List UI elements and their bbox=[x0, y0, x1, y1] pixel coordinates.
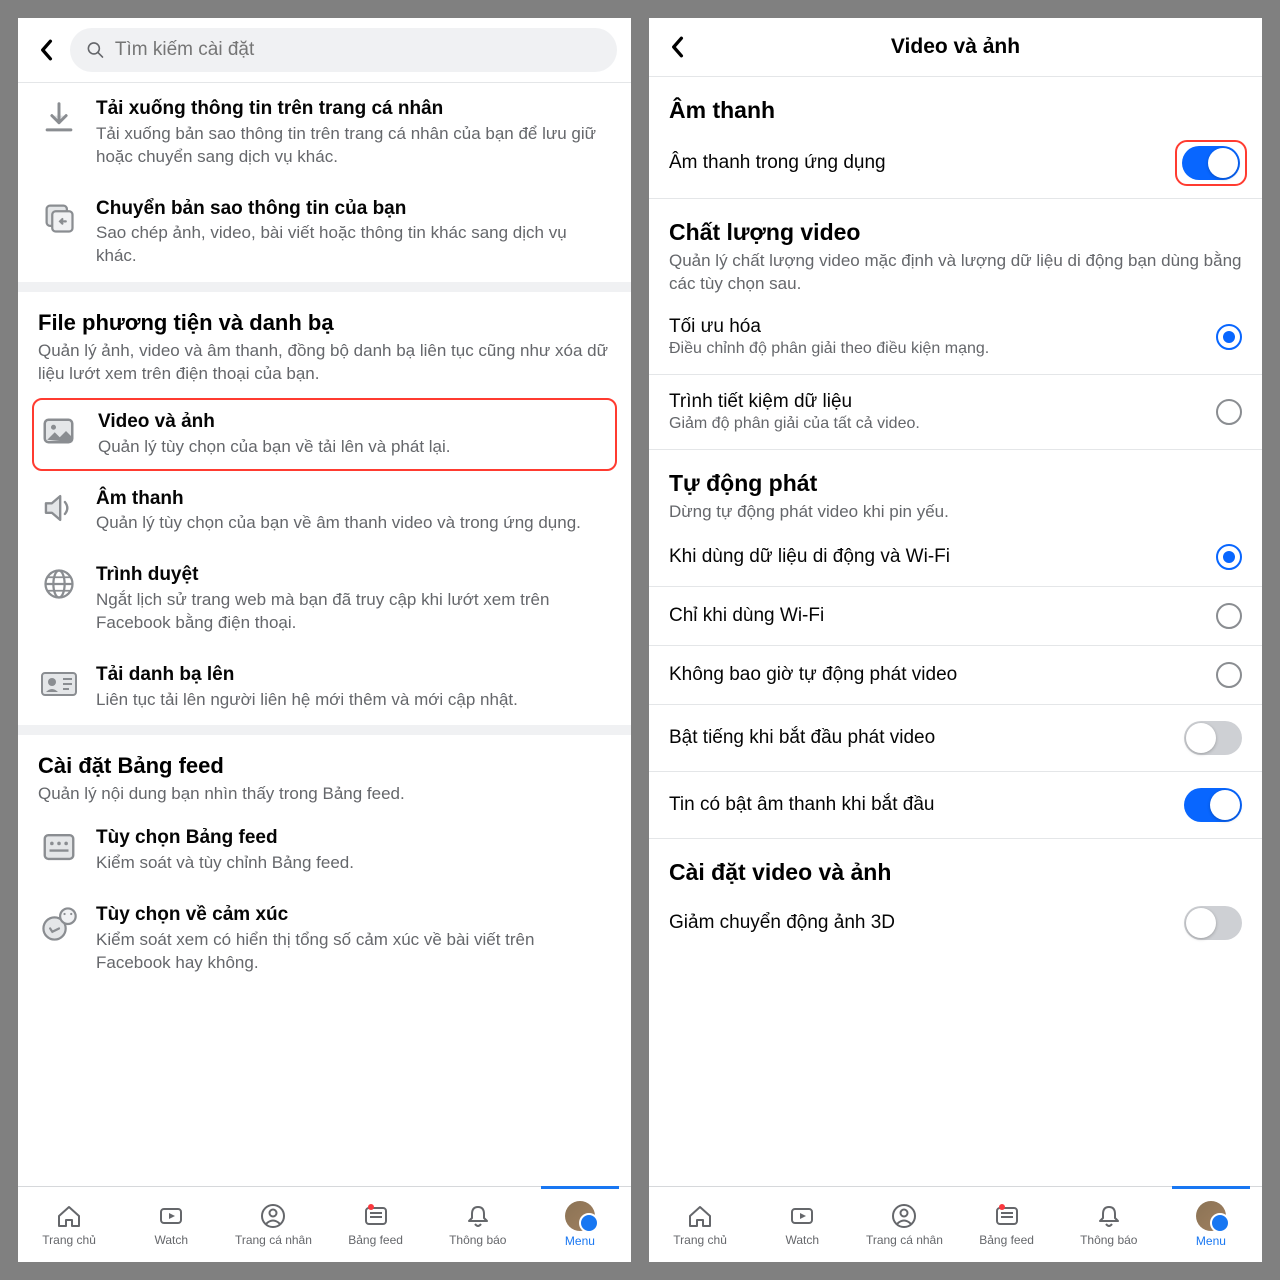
item-sub: Liên tục tải lên người liên hệ mới thêm … bbox=[96, 689, 611, 712]
item-title: Tùy chọn Bảng feed bbox=[96, 826, 611, 851]
row-stories-sound[interactable]: Tin có bật âm thanh khi bắt đầu bbox=[649, 772, 1262, 839]
item-download-info[interactable]: Tải xuống thông tin trên trang cá nhân T… bbox=[18, 83, 631, 183]
avatar-icon bbox=[1196, 1201, 1226, 1231]
item-browser[interactable]: Trình duyệt Ngắt lịch sử trang web mà bạ… bbox=[18, 549, 631, 649]
tab-menu[interactable]: Menu bbox=[529, 1187, 631, 1262]
settings-body: Âm thanh Âm thanh trong ứng dụng Chất lư… bbox=[649, 77, 1262, 1186]
tab-watch[interactable]: Watch bbox=[751, 1187, 853, 1262]
item-sub: Quản lý tùy chọn của bạn về âm thanh vid… bbox=[96, 512, 611, 535]
row-optimize[interactable]: Tối ưu hóa Điều chỉnh độ phân giải theo … bbox=[649, 300, 1262, 375]
tab-bar: Trang chủ Watch Trang cá nhân Bảng feed … bbox=[649, 1186, 1262, 1262]
header: Video và ảnh bbox=[649, 18, 1262, 76]
item-transfer[interactable]: Chuyển bản sao thông tin của bạn Sao ché… bbox=[18, 183, 631, 283]
item-video-photo[interactable]: Video và ảnh Quản lý tùy chọn của bạn về… bbox=[32, 398, 617, 471]
item-title: Âm thanh bbox=[96, 487, 611, 512]
item-sub: Sao chép ảnh, video, bài viết hoặc thông… bbox=[96, 222, 611, 268]
item-title: Trình duyệt bbox=[96, 563, 611, 588]
toggle-sound-on-start[interactable] bbox=[1184, 721, 1242, 755]
radio-ap-mobile-wifi[interactable] bbox=[1216, 544, 1242, 570]
vp-settings-title: Cài đặt video và ảnh bbox=[669, 859, 1242, 886]
tab-feed[interactable]: Bảng feed bbox=[956, 1187, 1058, 1262]
row-ap-never[interactable]: Không bao giờ tự động phát video bbox=[649, 646, 1262, 705]
item-contacts[interactable]: Tải danh bạ lên Liên tục tải lên người l… bbox=[18, 649, 631, 726]
row-ap-wifi[interactable]: Chỉ khi dùng Wi-Fi bbox=[649, 587, 1262, 646]
radio-optimize[interactable] bbox=[1216, 324, 1242, 350]
speaker-icon bbox=[38, 487, 80, 529]
item-sub: Ngắt lịch sử trang web mà bạn đã truy cậ… bbox=[96, 589, 611, 635]
tab-notif[interactable]: Thông báo bbox=[1058, 1187, 1160, 1262]
radio-data-saver[interactable] bbox=[1216, 399, 1242, 425]
search-box[interactable] bbox=[70, 28, 617, 72]
page-title: Video và ảnh bbox=[701, 35, 1210, 59]
tab-home[interactable]: Trang chủ bbox=[18, 1187, 120, 1262]
row-reduce-3d[interactable]: Giảm chuyển động ảnh 3D bbox=[649, 890, 1262, 956]
tab-bar: Trang chủ Watch Trang cá nhân Bảng feed … bbox=[18, 1186, 631, 1262]
reaction-icon bbox=[38, 903, 80, 945]
settings-screen: Tải xuống thông tin trên trang cá nhân T… bbox=[18, 18, 631, 1262]
item-sub: Tải xuống bản sao thông tin trên trang c… bbox=[96, 123, 611, 169]
row-in-app-sound[interactable]: Âm thanh trong ứng dụng bbox=[649, 128, 1262, 199]
item-title: Tải danh bạ lên bbox=[96, 663, 611, 688]
item-title: Video và ảnh bbox=[98, 410, 609, 435]
back-button[interactable] bbox=[32, 36, 60, 64]
row-data-saver[interactable]: Trình tiết kiệm dữ liệu Giảm độ phân giả… bbox=[649, 375, 1262, 450]
item-title: Chuyển bản sao thông tin của bạn bbox=[96, 197, 611, 222]
quality-title: Chất lượng video bbox=[669, 219, 1242, 246]
media-section-header: File phương tiện và danh bạ Quản lý ảnh,… bbox=[18, 292, 631, 392]
transfer-icon bbox=[38, 197, 80, 239]
feed-section-header: Cài đặt Bảng feed Quản lý nội dung bạn n… bbox=[18, 735, 631, 812]
tab-notif[interactable]: Thông báo bbox=[427, 1187, 529, 1262]
toggle-in-app-sound[interactable] bbox=[1182, 146, 1240, 180]
item-sub: Kiểm soát xem có hiển thị tổng số cảm xú… bbox=[96, 929, 611, 975]
globe-icon bbox=[38, 563, 80, 605]
item-title: Tùy chọn về cảm xúc bbox=[96, 903, 611, 928]
item-title: Tải xuống thông tin trên trang cá nhân bbox=[96, 97, 611, 122]
tab-profile[interactable]: Trang cá nhân bbox=[853, 1187, 955, 1262]
sound-section-title: Âm thanh bbox=[669, 97, 1242, 124]
settings-body: Tải xuống thông tin trên trang cá nhân T… bbox=[18, 83, 631, 1186]
item-feed-opt[interactable]: Tùy chọn Bảng feed Kiểm soát và tùy chỉn… bbox=[18, 812, 631, 889]
radio-ap-wifi[interactable] bbox=[1216, 603, 1242, 629]
download-icon bbox=[38, 97, 80, 139]
card-icon bbox=[38, 663, 80, 705]
feed-icon bbox=[38, 826, 80, 868]
header bbox=[18, 18, 631, 82]
item-reaction[interactable]: Tùy chọn về cảm xúc Kiểm soát xem có hiể… bbox=[18, 889, 631, 989]
tab-watch[interactable]: Watch bbox=[120, 1187, 222, 1262]
toggle-reduce-3d[interactable] bbox=[1184, 906, 1242, 940]
item-sound[interactable]: Âm thanh Quản lý tùy chọn của bạn về âm … bbox=[18, 473, 631, 550]
back-button[interactable] bbox=[663, 33, 691, 61]
radio-ap-never[interactable] bbox=[1216, 662, 1242, 688]
tab-menu[interactable]: Menu bbox=[1160, 1187, 1262, 1262]
item-sub: Quản lý tùy chọn của bạn về tải lên và p… bbox=[98, 436, 609, 459]
search-icon bbox=[86, 40, 105, 60]
tab-profile[interactable]: Trang cá nhân bbox=[222, 1187, 324, 1262]
search-input[interactable] bbox=[115, 39, 601, 61]
video-photo-screen: Video và ảnh Âm thanh Âm thanh trong ứng… bbox=[649, 18, 1262, 1262]
avatar-icon bbox=[565, 1201, 595, 1231]
autoplay-title: Tự động phát bbox=[669, 470, 1242, 497]
tab-feed[interactable]: Bảng feed bbox=[325, 1187, 427, 1262]
photo-icon bbox=[40, 410, 82, 452]
toggle-stories-sound[interactable] bbox=[1184, 788, 1242, 822]
row-sound-on-start[interactable]: Bật tiếng khi bắt đầu phát video bbox=[649, 705, 1262, 772]
row-ap-mobile-wifi[interactable]: Khi dùng dữ liệu di động và Wi-Fi bbox=[649, 528, 1262, 587]
tab-home[interactable]: Trang chủ bbox=[649, 1187, 751, 1262]
item-sub: Kiểm soát và tùy chỉnh Bảng feed. bbox=[96, 852, 611, 875]
